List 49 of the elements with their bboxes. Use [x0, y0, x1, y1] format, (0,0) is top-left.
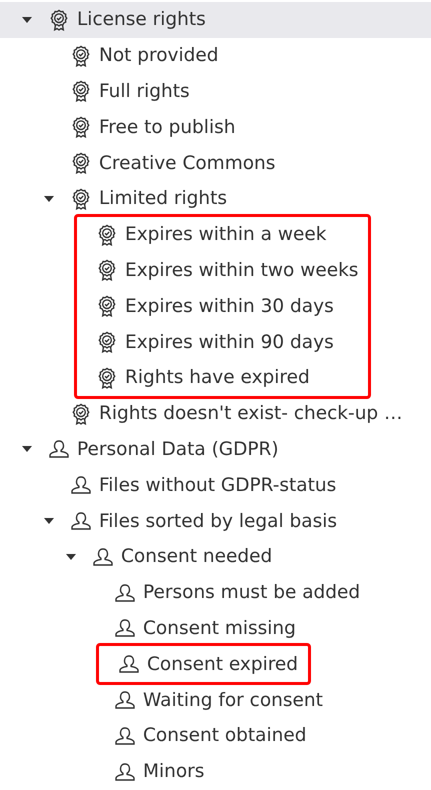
- tree-item[interactable]: Rights doesn't exist- check-up …: [0, 396, 431, 432]
- person-icon: [113, 582, 137, 603]
- expand-arrow-icon[interactable]: [65, 552, 77, 561]
- tree-item[interactable]: Expires within 90 days: [67, 324, 358, 360]
- rosette-icon: [71, 80, 91, 102]
- person-icon: [69, 475, 93, 496]
- tree-item[interactable]: Consent obtained: [0, 718, 431, 754]
- rosette-icon: [97, 366, 117, 389]
- rosette-icon: [71, 44, 91, 67]
- tree-item[interactable]: Expires within 30 days: [67, 288, 358, 324]
- rosette-icon: [71, 188, 91, 210]
- tree-item[interactable]: Files sorted by legal basis: [0, 503, 431, 539]
- rosette-icon: [97, 295, 117, 318]
- person-icon: [69, 511, 93, 532]
- tree-item[interactable]: Consent needed: [0, 538, 431, 575]
- tree-item[interactable]: Not provided: [0, 38, 431, 74]
- person-icon: [113, 618, 137, 638]
- tree-item[interactable]: Minors: [0, 754, 431, 790]
- tree-item[interactable]: License rights: [0, 2, 431, 38]
- tree-item[interactable]: Files without GDPR-status: [0, 467, 431, 504]
- expand-arrow-icon[interactable]: [21, 16, 33, 24]
- tree-item[interactable]: Expires within two weeks: [67, 252, 358, 288]
- tree-item[interactable]: Free to publish: [0, 109, 431, 146]
- tree-item[interactable]: Limited rights: [0, 180, 431, 217]
- person-icon: [113, 690, 137, 710]
- rosette-icon: [97, 259, 117, 282]
- tree-item[interactable]: Waiting for consent: [0, 682, 431, 718]
- person-icon: [91, 546, 115, 567]
- tree-item[interactable]: Persons must be added: [0, 574, 431, 611]
- tree-item[interactable]: Consent missing: [0, 610, 431, 646]
- expand-arrow-icon[interactable]: [43, 194, 55, 203]
- tree-item[interactable]: Creative Commons: [0, 145, 431, 181]
- rosette-icon: [97, 331, 117, 354]
- rosette-icon: [71, 402, 91, 425]
- tree-item[interactable]: Expires within a week: [67, 216, 358, 253]
- expand-arrow-icon[interactable]: [21, 445, 33, 454]
- rosette-icon: [71, 152, 91, 174]
- tree-item[interactable]: Full rights: [0, 74, 431, 110]
- rosette-icon: [49, 8, 69, 31]
- tree-item[interactable]: Consent expired: [89, 646, 298, 682]
- person-icon: [47, 439, 71, 460]
- tree-item[interactable]: Rights have expired: [67, 360, 358, 396]
- person-icon: [117, 654, 141, 674]
- tree-item[interactable]: Personal Data (GDPR): [0, 432, 431, 468]
- rosette-icon: [71, 116, 91, 138]
- rosette-icon: [97, 224, 117, 246]
- expand-arrow-icon[interactable]: [43, 517, 55, 526]
- person-icon: [113, 726, 137, 746]
- person-icon: [113, 762, 137, 782]
